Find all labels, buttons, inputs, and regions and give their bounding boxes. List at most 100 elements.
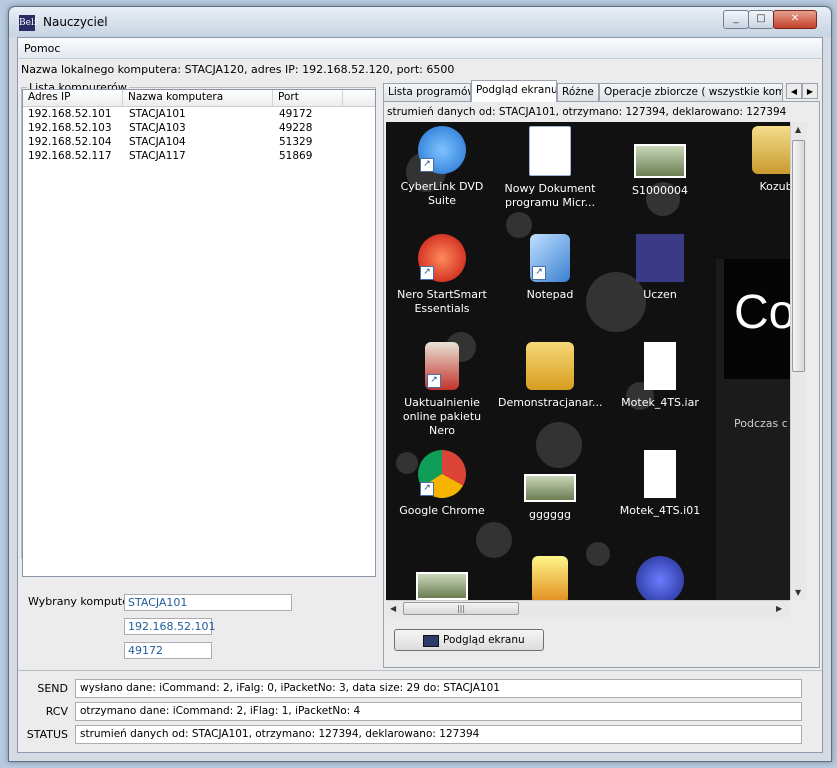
desktop-icon-uczen[interactable]: Uczen xyxy=(608,234,712,302)
vertical-scroll-thumb[interactable] xyxy=(792,140,805,372)
desktop-icon-label: Google Chrome xyxy=(399,504,485,517)
remote-screen-view[interactable]: ↗ CyberLink DVD Suite Nowy Dokument prog… xyxy=(386,122,790,600)
column-header-port[interactable]: Port xyxy=(273,90,343,106)
desktop-icon-label: Notepad xyxy=(526,288,574,301)
scroll-down-arrow[interactable]: ▼ xyxy=(795,588,801,597)
word-document-icon xyxy=(529,126,571,176)
status-log-field[interactable]: strumień danych od: STACJA101, otrzymano… xyxy=(75,725,802,744)
desktop-icon-label: Motek_4TS.i01 xyxy=(619,504,701,517)
photo-thumbnail-icon xyxy=(524,474,576,502)
close-button[interactable]: ✕ xyxy=(773,10,817,29)
menu-bar: Pomoc xyxy=(18,38,822,59)
desktop-icon-word-doc[interactable]: Nowy Dokument programu Micr... xyxy=(498,126,602,210)
row-name: STACJA101 xyxy=(129,108,186,120)
row-name: STACJA117 xyxy=(129,150,186,162)
window-title: Nauczyciel xyxy=(43,15,108,29)
row-ip: 192.168.52.101 xyxy=(28,108,112,120)
desktop-icon-cyberlink[interactable]: ↗ CyberLink DVD Suite xyxy=(390,126,494,208)
tab-misc[interactable]: Różne xyxy=(557,83,599,101)
tab-strip: Lista programów Podgląd ekranu Różne Ope… xyxy=(383,80,818,102)
row-port: 51869 xyxy=(279,150,313,162)
maximize-button[interactable]: □ xyxy=(748,10,774,29)
table-row[interactable]: 192.168.52.117 STACJA117 51869 xyxy=(23,149,375,163)
photo-thumbnail-icon xyxy=(634,144,686,178)
minimize-button[interactable]: _ xyxy=(723,10,749,29)
column-header-name[interactable]: Nazwa komputera xyxy=(123,90,273,106)
chrome-icon: ↗ xyxy=(418,450,466,498)
scroll-up-arrow[interactable]: ▲ xyxy=(795,125,801,134)
table-row[interactable]: 192.168.52.103 STACJA103 49228 xyxy=(23,121,375,135)
bokeh-dot xyxy=(476,522,512,558)
desktop-icon-label: Motek_4TS.iar xyxy=(621,396,699,409)
blank-file-icon xyxy=(644,342,676,390)
desktop-icon-partial[interactable] xyxy=(498,556,602,600)
row-ip: 192.168.52.117 xyxy=(28,150,112,162)
media-folder-icon xyxy=(526,342,574,390)
remote-window-text: Podczas c xyxy=(734,417,788,430)
table-row[interactable]: 192.168.52.104 STACJA104 51329 xyxy=(23,135,375,149)
monitor-icon xyxy=(423,635,439,647)
scroll-left-arrow[interactable]: ◀ xyxy=(390,604,396,613)
selected-computer-name-field[interactable]: STACJA101 xyxy=(124,594,292,611)
blank-file-icon xyxy=(644,450,676,498)
horizontal-scroll-thumb[interactable]: ||| xyxy=(403,602,519,615)
row-ip: 192.168.52.104 xyxy=(28,136,112,148)
desktop-icon-label: Nowy Dokument programu Micr... xyxy=(504,182,596,209)
tab-bulk-operations[interactable]: Operacje zbiorcze ( wszystkie kompu xyxy=(599,83,783,101)
table-row[interactable]: 192.168.52.101 STACJA101 49172 xyxy=(23,107,375,121)
send-log-field[interactable]: wysłano dane: iCommand: 2, iFalg: 0, iPa… xyxy=(75,679,802,698)
desktop-icon-nero-update[interactable]: ↗ Uaktualnienie online pakietu Nero xyxy=(390,342,494,438)
local-computer-info: Nazwa lokalnego komputera: STACJA120, ad… xyxy=(21,63,455,76)
scroll-right-arrow[interactable]: ▶ xyxy=(776,604,782,613)
vertical-scrollbar[interactable]: ▲ ▼ xyxy=(790,122,807,600)
stream-info-label: strumień danych od: STACJA101, otrzymano… xyxy=(387,106,787,118)
computers-list[interactable]: Adres IP Nazwa komputera Port 192.168.52… xyxy=(22,89,376,577)
desktop-icon-motek-iar[interactable]: Motek_4TS.iar xyxy=(608,342,712,410)
desktop-icon-label: S1000004 xyxy=(632,184,688,197)
bottle-icon xyxy=(532,556,568,600)
column-header-ip[interactable]: Adres IP xyxy=(23,90,123,106)
tab-screen-preview[interactable]: Podgląd ekranu xyxy=(471,80,557,102)
shortcut-arrow-icon: ↗ xyxy=(427,374,441,388)
desktop-icon-label: Uczen xyxy=(643,288,677,301)
desktop-icon-kozub[interactable]: Kozub xyxy=(724,126,790,194)
nero-update-icon: ↗ xyxy=(425,342,459,390)
title-bar[interactable]: Belf Nauczyciel _ □ ✕ xyxy=(9,7,831,37)
desktop-icon-partial[interactable] xyxy=(608,556,712,600)
selected-computer-ip-field[interactable]: 192.168.52.101 xyxy=(124,618,215,635)
app-icon: Belf xyxy=(19,15,37,31)
rcv-log-field[interactable]: otrzymano dane: iCommand: 2, iFlag: 1, i… xyxy=(75,702,802,721)
desktop-icon-nero[interactable]: ↗ Nero StartSmart Essentials xyxy=(390,234,494,316)
screen-preview-panel: strumień danych od: STACJA101, otrzymano… xyxy=(383,101,820,668)
row-port: 49172 xyxy=(279,108,313,120)
menu-help[interactable]: Pomoc xyxy=(24,42,60,55)
belf-icon xyxy=(636,234,684,282)
desktop-icon-motek-i01[interactable]: Motek_4TS.i01 xyxy=(608,450,712,518)
tab-program-list[interactable]: Lista programów xyxy=(383,83,471,101)
selected-computer-port-field[interactable]: 49172 xyxy=(124,642,212,659)
main-window: Belf Nauczyciel _ □ ✕ Pomoc Nazwa lokaln… xyxy=(8,6,832,762)
desktop-icon-label: Kozub xyxy=(759,180,790,193)
desktop-icon-chrome[interactable]: ↗ Google Chrome xyxy=(390,450,494,518)
upload-arrow-icon: ↗ xyxy=(418,126,466,174)
remote-window-title: Co xyxy=(734,286,790,339)
selected-computer-label: Wybrany komputer: xyxy=(28,595,137,608)
row-ip: 192.168.52.103 xyxy=(28,122,112,134)
shortcut-arrow-icon: ↗ xyxy=(420,158,434,172)
horizontal-scrollbar[interactable]: ◀ ||| ▶ xyxy=(386,600,790,617)
computers-list-rows: 192.168.52.101 STACJA101 49172 192.168.5… xyxy=(23,107,375,163)
tab-scroll-right-button[interactable]: ▶ xyxy=(802,83,818,99)
desktop-icon-demo-folder[interactable]: Demonstracjanar... xyxy=(498,342,603,410)
desktop-icon-label: gggggg xyxy=(529,508,571,521)
folder-icon xyxy=(752,126,790,174)
desktop-icon-gggggg[interactable]: gggggg xyxy=(498,450,602,522)
desktop-icon-photo[interactable]: S1000004 xyxy=(608,126,712,198)
notepad-icon: ↗ xyxy=(530,234,570,282)
screen-preview-button[interactable]: Podgląd ekranu xyxy=(394,629,544,651)
rcv-label: RCV xyxy=(45,705,68,718)
computers-list-header: Adres IP Nazwa komputera Port xyxy=(23,90,375,107)
desktop-icon-notepad[interactable]: ↗ Notepad xyxy=(498,234,602,302)
tab-scroll-left-button[interactable]: ◀ xyxy=(786,83,802,99)
desktop-icon-partial[interactable] xyxy=(390,572,494,600)
client-area: Pomoc Nazwa lokalnego komputera: STACJA1… xyxy=(17,37,823,753)
